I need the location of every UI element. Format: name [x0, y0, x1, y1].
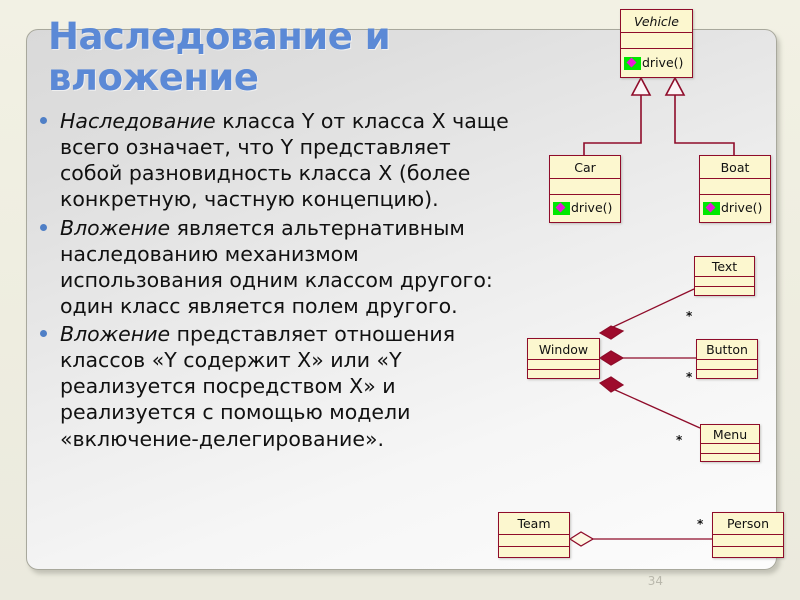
uml-class-car: Car drive() — [549, 155, 621, 223]
uml-class-boat: Boat drive() — [699, 155, 771, 223]
uml-operations-compartment — [528, 370, 599, 378]
list-item: Наследование класса Y от класса X чаще в… — [24, 108, 514, 213]
uml-attributes-compartment — [528, 360, 599, 370]
uml-operations-compartment: drive() — [700, 195, 770, 222]
uml-class-name: Boat — [700, 156, 770, 179]
uml-class-name: Car — [550, 156, 620, 179]
public-method-icon — [624, 56, 641, 70]
bullet-dot-icon — [40, 117, 47, 124]
list-item: Вложение является альтернативным наследо… — [24, 215, 514, 320]
bullet-lead-term: Вложение — [60, 322, 171, 346]
uml-attributes-compartment — [499, 535, 569, 547]
bullet-lead-term: Вложение — [60, 215, 171, 240]
uml-operations-compartment — [697, 370, 757, 378]
uml-attributes-compartment — [701, 444, 759, 454]
uml-operations-compartment: drive() — [621, 49, 692, 77]
uml-operation-label: drive() — [571, 200, 613, 216]
multiplicity-label-text: * — [686, 309, 693, 323]
bullet-lead-term: Наследование — [60, 109, 216, 133]
uml-attributes-compartment — [700, 179, 770, 195]
uml-class-button: Button — [696, 339, 758, 379]
uml-class-name: Button — [697, 340, 757, 360]
uml-operations-compartment: drive() — [550, 195, 620, 222]
multiplicity-label-button: * — [686, 370, 693, 384]
page-title: Наследование и вложение — [48, 15, 391, 100]
uml-class-name: Text — [695, 257, 754, 277]
uml-class-name: Person — [713, 513, 783, 535]
uml-class-name: Team — [499, 513, 569, 535]
uml-class-team: Team — [498, 512, 570, 558]
uml-attributes-compartment — [697, 360, 757, 370]
bullet-list: Наследование класса Y от класса X чаще в… — [24, 108, 514, 454]
uml-class-name: Menu — [701, 425, 759, 444]
multiplicity-label-person: * — [697, 517, 704, 531]
page-number: 34 — [647, 574, 663, 588]
uml-class-name: Vehicle — [621, 10, 692, 33]
uml-attributes-compartment — [550, 179, 620, 195]
uml-operation-label: drive() — [642, 54, 684, 70]
uml-operations-compartment — [499, 547, 569, 557]
uml-class-person: Person — [712, 512, 784, 558]
uml-attributes-compartment — [621, 33, 692, 49]
uml-class-name: Window — [528, 339, 599, 360]
uml-class-menu: Menu — [700, 424, 760, 462]
uml-class-vehicle: Vehicle drive() — [620, 9, 693, 78]
public-method-icon — [703, 202, 720, 215]
multiplicity-label-menu: * — [676, 433, 683, 447]
bullet-dot-icon — [40, 330, 47, 337]
uml-attributes-compartment — [713, 535, 783, 547]
uml-class-window: Window — [527, 338, 600, 379]
uml-operations-compartment — [701, 454, 759, 461]
slide-canvas: Наследование и вложение Наследование кла… — [0, 0, 800, 600]
uml-operations-compartment — [695, 287, 754, 295]
uml-class-text: Text — [694, 256, 755, 296]
uml-operation-label: drive() — [721, 200, 763, 216]
public-method-icon — [553, 202, 570, 215]
uml-operations-compartment — [713, 547, 783, 557]
list-item: Вложение представляет отношения классов … — [24, 321, 514, 452]
uml-attributes-compartment — [695, 277, 754, 287]
bullet-dot-icon — [40, 223, 47, 231]
